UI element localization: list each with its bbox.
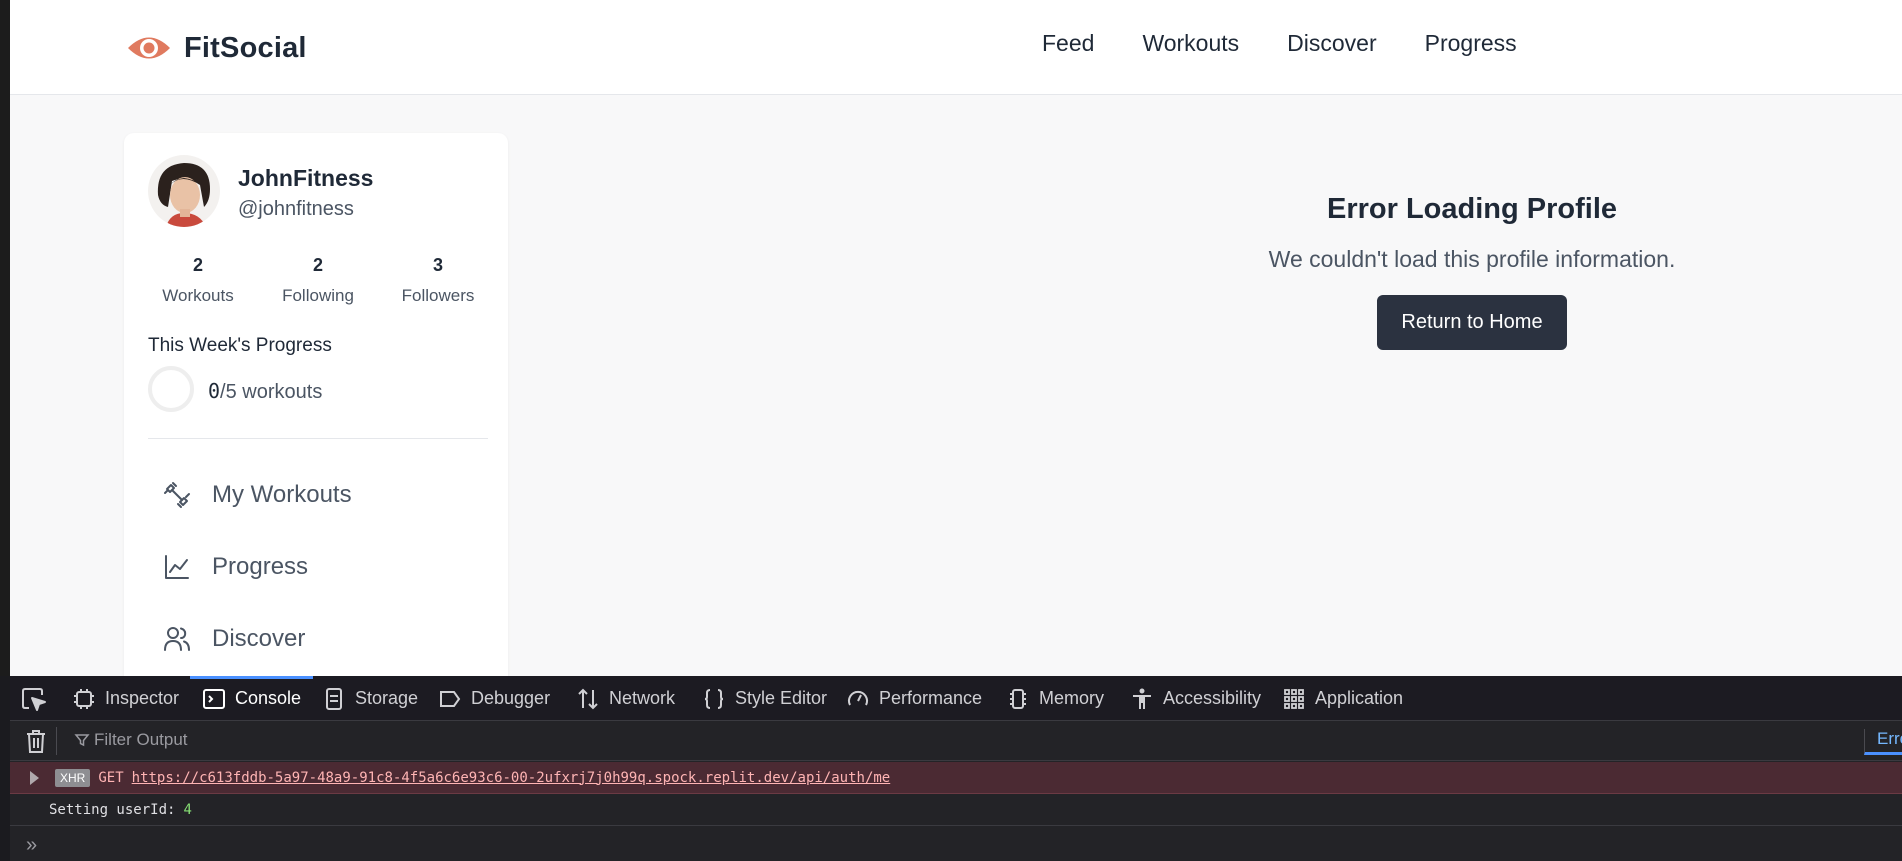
sidebar-item-label: Discover — [212, 625, 306, 652]
expand-arrow-icon[interactable] — [30, 770, 39, 785]
tab-label: Memory — [1039, 688, 1105, 708]
top-navbar: FitSocial Feed Workouts Discover Progres… — [10, 0, 1902, 95]
tab-label: Accessibility — [1163, 688, 1262, 708]
stat-value: 2 — [312, 255, 323, 275]
tab-console[interactable]: Console — [189, 676, 314, 721]
filter-icon — [74, 734, 90, 747]
stat-label: Following — [282, 286, 354, 305]
stat-value: 3 — [432, 255, 443, 275]
request-url-link[interactable]: https://c613fddb-5a97-48a9-91c8-4f5a6c6e… — [132, 770, 891, 786]
nav-discover[interactable]: Discover — [1287, 30, 1376, 57]
stat-label: Followers — [401, 286, 475, 305]
memory-icon — [1010, 688, 1026, 709]
profile-sidebar: JohnFitness @johnfitness 2 Workouts 2 Fo… — [124, 133, 508, 676]
performance-icon — [848, 690, 868, 705]
stat-value: 2 — [192, 255, 203, 275]
tab-label: Performance — [879, 688, 983, 708]
tab-label: Debugger — [471, 688, 551, 708]
stat-following[interactable]: 2 Following — [268, 255, 368, 306]
tab-style-editor[interactable]: Style Editor — [702, 676, 827, 721]
devtools-toolbar: Inspector Console Storage Debugger Netwo… — [10, 676, 1902, 721]
weekly-progress-text: 0/5 workouts — [208, 379, 322, 404]
tab-label: Style Editor — [735, 688, 828, 708]
progress-count: 0 — [208, 379, 221, 403]
sidebar-item-my-workouts[interactable]: My Workouts — [162, 480, 352, 510]
app-viewport: FitSocial Feed Workouts Discover Progres… — [10, 0, 1902, 676]
errors-filter-button[interactable]: Errors — [1864, 729, 1902, 755]
log-message: Setting userId: — [49, 801, 176, 818]
log-value: 4 — [183, 801, 192, 818]
xhr-badge: XHR — [55, 768, 91, 787]
profile-stats: 2 Workouts 2 Following 3 Followers — [148, 255, 488, 306]
chart-line-icon — [165, 555, 189, 579]
tab-label: Storage — [355, 688, 419, 708]
network-icon — [578, 688, 598, 709]
nav-workouts[interactable]: Workouts — [1142, 30, 1239, 57]
tab-label: Network — [609, 688, 676, 708]
tab-application[interactable]: Application — [1282, 676, 1403, 721]
filter-output-input[interactable]: Filter Output — [74, 730, 188, 750]
application-icon — [1284, 688, 1304, 709]
profile-handle: @johnfitness — [238, 198, 354, 220]
avatar-image — [148, 155, 220, 227]
sidebar-item-label: My Workouts — [212, 481, 352, 508]
devtools-panel: Inspector Console Storage Debugger Netwo… — [10, 676, 1902, 861]
style-editor-icon — [704, 688, 724, 709]
tab-network[interactable]: Network — [576, 676, 675, 721]
tab-performance[interactable]: Performance — [846, 676, 982, 721]
dumbbell-icon — [164, 482, 190, 508]
window-edge — [0, 0, 10, 676]
stat-workouts[interactable]: 2 Workouts — [148, 255, 248, 306]
storage-icon — [326, 687, 342, 710]
error-panel: Error Loading Profile We couldn't load t… — [1122, 193, 1822, 350]
progress-ring — [148, 366, 194, 412]
weekly-progress-title: This Week's Progress — [148, 335, 332, 356]
tab-inspector[interactable]: Inspector — [72, 676, 179, 721]
users-icon — [164, 627, 190, 651]
tab-debugger[interactable]: Debugger — [438, 676, 550, 721]
error-title: Error Loading Profile — [1326, 193, 1618, 225]
progress-goal: /5 workouts — [220, 381, 323, 403]
filter-placeholder: Filter Output — [94, 730, 188, 749]
stat-label: Workouts — [162, 286, 234, 305]
tab-storage[interactable]: Storage — [322, 676, 418, 721]
accessibility-icon — [1133, 688, 1151, 709]
divider — [56, 727, 57, 755]
console-error-row[interactable]: XHR GET https://c613fddb-5a97-48a9-91c8-… — [10, 762, 1902, 794]
brand-logo[interactable]: FitSocial — [126, 26, 307, 70]
sidebar-item-label: Progress — [212, 553, 309, 580]
brand-name: FitSocial — [184, 31, 307, 64]
console-icon — [203, 688, 225, 709]
request-method: GET — [98, 769, 124, 786]
sidebar-item-discover[interactable]: Discover — [162, 624, 305, 654]
avatar[interactable] — [148, 155, 220, 227]
console-filter-bar: Filter Output Errors — [10, 721, 1902, 761]
main-nav: Feed Workouts Discover Progress — [1042, 30, 1517, 57]
divider — [148, 438, 488, 439]
profile-username: JohnFitness — [238, 165, 374, 191]
return-home-button[interactable]: Return to Home — [1377, 295, 1567, 350]
nav-progress[interactable]: Progress — [1425, 30, 1517, 57]
tab-label: Application — [1315, 688, 1404, 708]
tab-memory[interactable]: Memory — [1006, 676, 1104, 721]
element-picker-icon[interactable] — [20, 686, 48, 712]
tab-label: Inspector — [105, 688, 180, 708]
console-input-prompt[interactable]: » — [26, 834, 37, 857]
inspector-icon — [74, 688, 94, 709]
tab-label: Console — [235, 688, 302, 708]
eye-logo-icon — [128, 37, 170, 59]
nav-feed[interactable]: Feed — [1042, 30, 1094, 57]
stat-followers[interactable]: 3 Followers — [388, 255, 488, 306]
debugger-icon — [440, 690, 461, 707]
error-message: We couldn't load this profile informatio… — [1268, 246, 1676, 272]
tab-accessibility[interactable]: Accessibility — [1130, 676, 1261, 721]
sidebar-item-progress[interactable]: Progress — [162, 552, 308, 582]
trash-icon[interactable] — [24, 728, 48, 754]
console-log-row: Setting userId: 4 — [10, 794, 1902, 826]
